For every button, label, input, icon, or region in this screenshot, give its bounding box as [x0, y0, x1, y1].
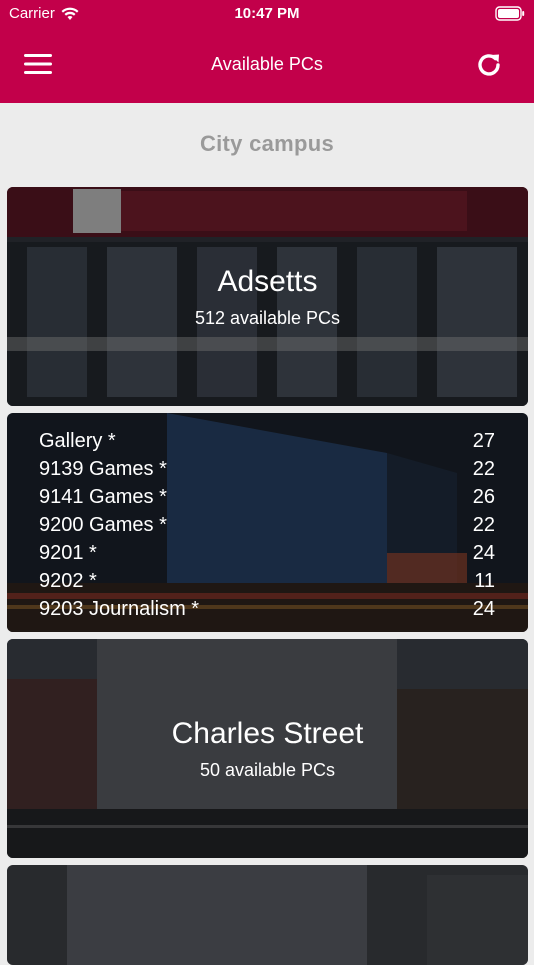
- available-count: 512 available PCs: [194, 308, 341, 328]
- room-count: 22: [472, 457, 495, 480]
- list-item[interactable]: 9139 Games * 22: [39, 455, 495, 483]
- room-count: 11: [474, 569, 495, 592]
- list-item[interactable]: 9200 Games * 22: [39, 511, 495, 539]
- room-list-card: Gallery * 27 9139 Games * 22 9141 Games …: [7, 413, 528, 632]
- building-name: Charles Street: [171, 717, 364, 750]
- card-overlay: [7, 865, 528, 965]
- room-name: 9200 Games *: [39, 513, 167, 536]
- room-name: 9201 *: [39, 541, 97, 564]
- room-list: Gallery * 27 9139 Games * 22 9141 Games …: [39, 427, 495, 623]
- list-item[interactable]: 9203 Journalism * 24: [39, 595, 495, 623]
- status-bar: Carrier 10:47 PM: [0, 0, 534, 30]
- navigation-bar: Available PCs: [0, 30, 534, 103]
- list-item[interactable]: 9201 * 24: [39, 539, 495, 567]
- refresh-button[interactable]: [474, 50, 504, 80]
- room-name: 9139 Games *: [39, 457, 167, 480]
- available-count: 50 available PCs: [199, 760, 336, 780]
- room-name: 9202 *: [39, 569, 97, 592]
- room-count: 24: [472, 541, 495, 564]
- room-name: 9203 Journalism *: [39, 597, 200, 620]
- room-name: Gallery *: [39, 429, 116, 452]
- section-title: City campus: [199, 131, 335, 156]
- refresh-icon: [478, 54, 500, 76]
- building-card-charles-street[interactable]: Charles Street 50 available PCs: [7, 639, 528, 858]
- building-name: Adsetts: [217, 265, 318, 298]
- room-count: 27: [472, 429, 495, 452]
- list-item[interactable]: 9202 * 11: [39, 567, 495, 595]
- status-time: 10:47 PM: [234, 5, 300, 22]
- battery-icon: [495, 6, 525, 21]
- page-title: Available PCs: [211, 54, 323, 74]
- list-item[interactable]: Gallery * 27: [39, 427, 495, 455]
- room-count: 24: [472, 597, 495, 620]
- building-card-partial[interactable]: [7, 865, 528, 965]
- list-item[interactable]: 9141 Games * 26: [39, 483, 495, 511]
- room-name: 9141 Games *: [39, 485, 167, 508]
- room-count: 22: [472, 513, 495, 536]
- building-card-adsetts[interactable]: Adsetts 512 available PCs: [7, 187, 528, 406]
- room-count: 26: [472, 485, 495, 508]
